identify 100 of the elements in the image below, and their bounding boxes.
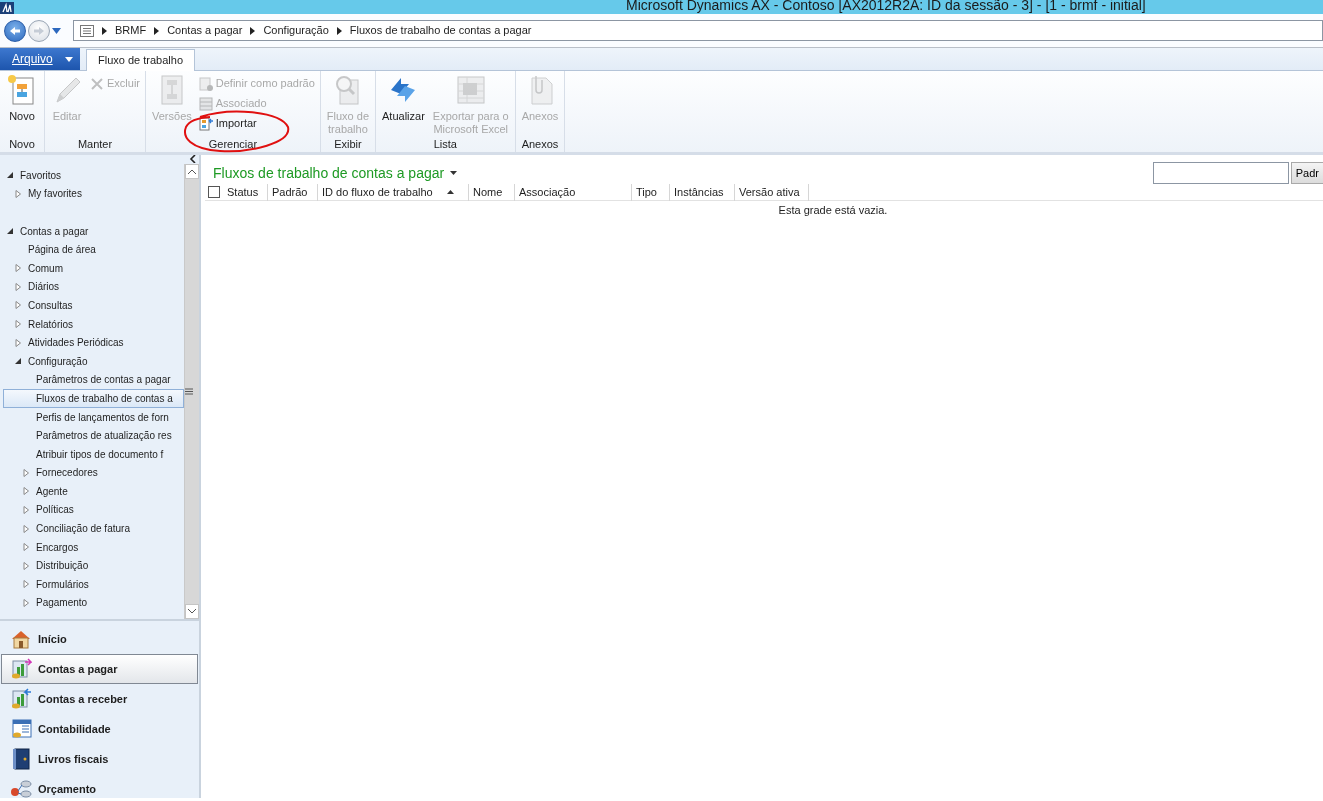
tree-item[interactable]: Favoritos: [3, 166, 184, 185]
tree-item[interactable]: Atribuir tipos de documento f: [3, 444, 184, 464]
tree-item[interactable]: Página de área: [3, 240, 184, 259]
chevron-icon: [102, 26, 107, 35]
tree-item[interactable]: Parâmetros de contas a pagar: [3, 370, 184, 390]
collapsed-arrow-icon[interactable]: [22, 580, 30, 589]
book-icon: [10, 748, 32, 770]
column-header[interactable]: Associação: [515, 183, 632, 201]
collapsed-arrow-icon[interactable]: [22, 487, 30, 496]
tree-item[interactable]: Políticas: [3, 500, 184, 520]
tree-item[interactable]: Relatórios: [3, 314, 184, 334]
column-header[interactable]: Status: [223, 183, 268, 201]
spreadsheet-icon: [454, 74, 487, 106]
expanded-arrow-icon[interactable]: [14, 357, 22, 366]
group-label: Lista: [432, 137, 458, 152]
group-label: Exibir: [333, 137, 363, 152]
expanded-arrow-icon[interactable]: [6, 227, 14, 236]
column-header[interactable]: Versão ativa: [735, 183, 809, 201]
module-button[interactable]: Livros fiscais: [1, 744, 198, 774]
window-title: Microsoft Dynamics AX - Contoso [AX2012R2A: ID da sessão - 3] - [1 - brmf - initial]: [626, 0, 1146, 14]
tree-item[interactable]: Agente: [3, 482, 184, 501]
tree-item[interactable]: Consultas: [3, 296, 184, 315]
chevron-icon: [250, 26, 256, 35]
collapsed-arrow-icon[interactable]: [14, 264, 22, 273]
tree-item[interactable]: Contas a pagar: [3, 221, 184, 241]
collapsed-arrow-icon[interactable]: [22, 468, 30, 477]
column-header[interactable]: Padrão: [268, 183, 318, 201]
ledger-icon: [10, 718, 32, 740]
collapsed-arrow-icon[interactable]: [14, 301, 22, 310]
group-label: Novo: [8, 137, 36, 152]
collapsed-arrow-icon[interactable]: [22, 524, 30, 533]
forward-arrow-icon: [33, 25, 45, 36]
module-button[interactable]: Orçamento: [1, 774, 198, 798]
tree-item[interactable]: Formulários: [3, 575, 184, 594]
tree-item[interactable]: Distribuição: [3, 556, 184, 576]
chevron-icon: [154, 26, 160, 35]
module-button[interactable]: Contabilidade: [1, 714, 198, 744]
tree-item[interactable]: Comum: [3, 258, 184, 278]
house-icon: [10, 628, 32, 650]
collapsed-arrow-icon[interactable]: [14, 189, 22, 198]
tree-item[interactable]: Fluxos de trabalho de contas a: [3, 389, 184, 408]
collapsed-arrow-icon[interactable]: [22, 598, 30, 607]
filter-button[interactable]: Padr: [1290, 162, 1323, 184]
tree-item[interactable]: My favorites: [3, 184, 184, 204]
column-header[interactable]: Tipo: [632, 183, 670, 201]
chart-coins-icon: [10, 688, 32, 710]
tree-item[interactable]: Configuração: [3, 351, 184, 371]
tree-item[interactable]: Encargos: [3, 537, 184, 557]
back-button[interactable]: [4, 19, 26, 42]
search-field[interactable]: [1152, 162, 1289, 184]
dropdown-icon[interactable]: [52, 27, 61, 34]
column-header[interactable]: Instâncias: [670, 183, 735, 201]
module-button[interactable]: Contas a receber: [1, 684, 198, 714]
scrollbar[interactable]: [184, 164, 199, 619]
x-icon: [90, 76, 104, 91]
caret-icon: [64, 56, 73, 62]
collapsed-arrow-icon[interactable]: [14, 320, 22, 329]
column-header[interactable]: Nome: [469, 183, 515, 201]
empty-grid-message: Esta grade está vazia.: [777, 203, 889, 218]
table-icon: [198, 96, 213, 111]
scroll-up-icon: [188, 169, 196, 174]
group-label: Manter: [76, 137, 114, 152]
expanded-arrow-icon[interactable]: [6, 171, 14, 180]
group-label: Anexos: [520, 137, 560, 152]
scroll-down-icon: [188, 609, 196, 614]
file-menu-button[interactable]: Arquivo: [0, 48, 80, 70]
ribbon-button[interactable]: Novo: [3, 74, 41, 136]
collapse-icon[interactable]: [189, 155, 197, 163]
ribbon-button[interactable]: Importar: [196, 114, 317, 133]
tree-item[interactable]: Atividades Periódicas: [3, 333, 184, 352]
caret-icon: [450, 171, 458, 175]
address-bar[interactable]: BRMF Contas a pagar Configuração Fluxos de trabalho de contas a pagar: [73, 20, 1323, 41]
tree-item[interactable]: Conciliação de fatura: [3, 519, 184, 538]
column-header[interactable]: ID do fluxo de trabalho: [318, 183, 469, 201]
ribbon-button[interactable]: Atualizar: [379, 74, 428, 136]
chevron-icon: [336, 26, 342, 35]
list-icon: [80, 24, 94, 37]
tree-item[interactable]: Fornecedores: [3, 463, 184, 483]
grip-icon: [185, 388, 193, 395]
tree-item[interactable]: Pagamento: [3, 593, 184, 613]
grid-title[interactable]: Fluxos de trabalho de contas a pagar: [205, 162, 458, 184]
collapsed-arrow-icon[interactable]: [22, 561, 30, 570]
import-icon: [198, 116, 213, 131]
collapsed-arrow-icon[interactable]: [14, 338, 22, 347]
breadcrumb-item[interactable]: Fluxos de trabalho de contas a pagar: [349, 22, 532, 39]
tree-item[interactable]: Diários: [3, 277, 184, 297]
ribbon-tab[interactable]: Fluxo de trabalho: [86, 49, 195, 71]
collapsed-arrow-icon[interactable]: [22, 506, 30, 514]
chart-coins-icon: [10, 658, 32, 680]
breadcrumb-item[interactable]: Contas a pagar: [167, 22, 243, 39]
group-label: Gerenciar: [207, 137, 259, 152]
breadcrumb-item[interactable]: BRMF: [115, 22, 147, 39]
tree-item[interactable]: Parâmetros de atualização res: [3, 426, 184, 445]
collapsed-arrow-icon[interactable]: [14, 282, 22, 291]
module-button[interactable]: Contas a pagar: [1, 654, 198, 684]
tree-item[interactable]: Perfis de lançamentos de forn: [3, 407, 184, 427]
module-button[interactable]: Início: [1, 624, 198, 654]
select-all-checkbox[interactable]: [208, 186, 220, 198]
collapsed-arrow-icon[interactable]: [22, 543, 30, 552]
breadcrumb-item[interactable]: Configuração: [263, 22, 329, 39]
